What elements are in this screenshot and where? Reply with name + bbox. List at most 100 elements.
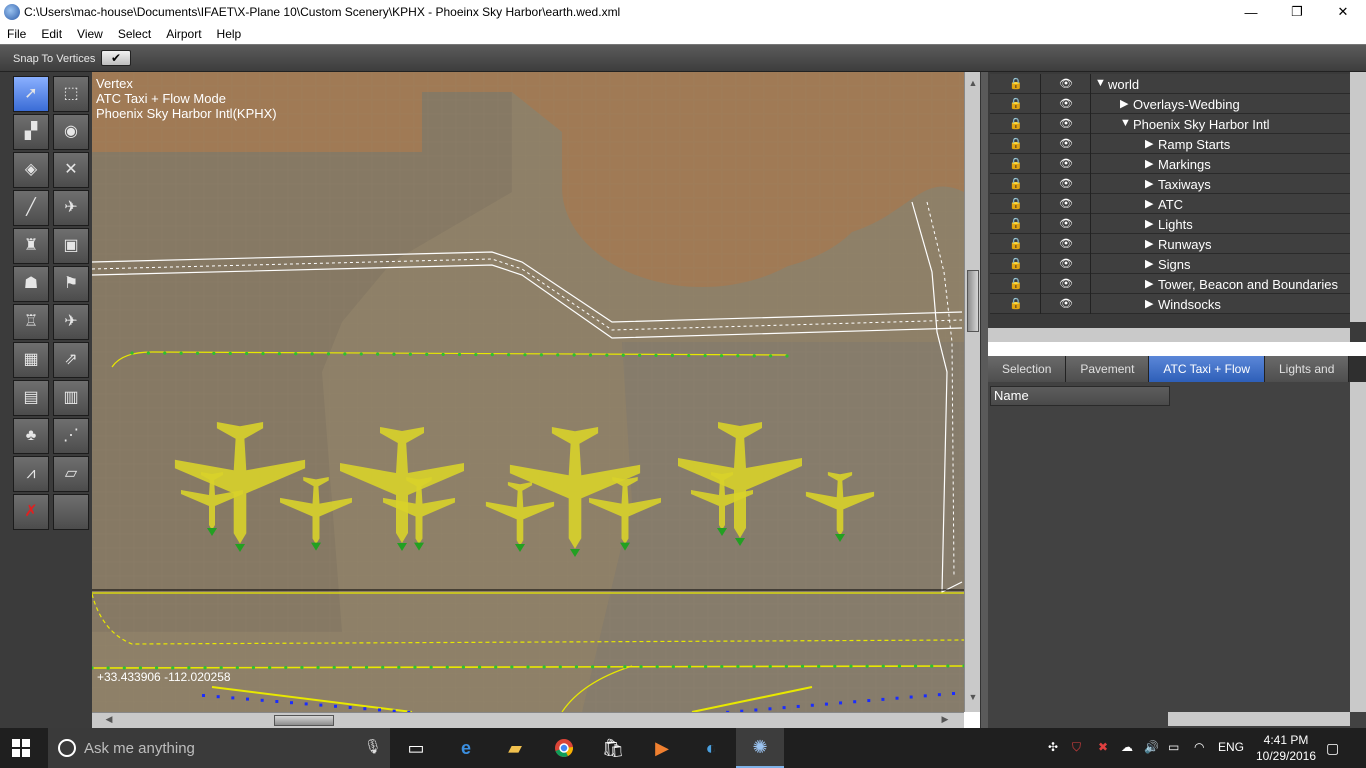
facade-tool-button[interactable]: ▦	[13, 342, 49, 378]
hierarchy-row[interactable]: 🔒 👁 ▶ Taxiways	[990, 174, 1350, 194]
action-center-icon[interactable]: ▢	[1326, 740, 1339, 757]
hierarchy-row[interactable]: 🔒 👁 ▶ Ramp Starts	[990, 134, 1350, 154]
lock-icon[interactable]: 🔒	[1008, 196, 1024, 211]
tray-red-x-icon[interactable]: ✖	[1098, 740, 1108, 754]
visibility-eye-icon[interactable]: 👁	[1058, 236, 1074, 251]
lock-icon[interactable]: 🔒	[1008, 236, 1024, 251]
expand-triangle-icon[interactable]: ▶	[1145, 197, 1153, 210]
lock-icon[interactable]: 🔒	[1008, 76, 1024, 91]
atc-flow-tool-button[interactable]: ✈	[53, 304, 89, 340]
tray-people-icon[interactable]: ✣	[1048, 740, 1058, 754]
visibility-eye-icon[interactable]: 👁	[1058, 276, 1074, 291]
hierarchy-horizontal-scrollbar[interactable]	[988, 328, 1350, 342]
tab-pavement[interactable]: Pavement	[1066, 356, 1150, 382]
lock-icon[interactable]: 🔒	[1008, 116, 1024, 131]
taxiway-tool-button[interactable]: ◈	[13, 152, 49, 188]
expand-triangle-icon[interactable]: ▶	[1145, 257, 1153, 270]
polygon-line-tool-button[interactable]: ⩘	[13, 456, 49, 492]
expand-triangle-icon[interactable]: ▼	[1120, 117, 1131, 129]
wed-taskbar-icon[interactable]: ✺	[736, 728, 784, 768]
menu-file[interactable]: File	[0, 27, 34, 41]
expand-triangle-icon[interactable]: ▶	[1145, 297, 1153, 310]
light-tool-button[interactable]: ♜	[13, 228, 49, 264]
hierarchy-row[interactable]: 🔒 👁 ▼ Phoenix Sky Harbor Intl	[990, 114, 1350, 134]
marquee-tool-button[interactable]: ⬚	[53, 76, 89, 112]
tray-battery-icon[interactable]: ▭	[1168, 740, 1179, 754]
expand-triangle-icon[interactable]: ▶	[1145, 177, 1153, 190]
hierarchy-row[interactable]: 🔒 👁 ▶ Tower, Beacon and Boundaries	[990, 274, 1350, 294]
visibility-eye-icon[interactable]: 👁	[1058, 196, 1074, 211]
tray-cloud-icon[interactable]: ☁	[1121, 740, 1133, 754]
lock-icon[interactable]: 🔒	[1008, 136, 1024, 151]
sign-tool-button[interactable]: ▣	[53, 228, 89, 264]
menu-help[interactable]: Help	[210, 27, 250, 41]
edge-browser-icon[interactable]: e	[442, 728, 490, 768]
tab-selection[interactable]: Selection	[988, 356, 1067, 382]
tab-atc-taxi-flow[interactable]: ATC Taxi + Flow	[1149, 356, 1265, 382]
expand-triangle-icon[interactable]: ▶	[1145, 237, 1153, 250]
string-tool-button[interactable]: ▥	[53, 380, 89, 416]
menu-view[interactable]: View	[70, 27, 111, 41]
visibility-eye-icon[interactable]: 👁	[1058, 136, 1074, 151]
tray-mcafee-icon[interactable]: ⛉	[1072, 740, 1081, 755]
system-clock[interactable]: 4:41 PM 10/29/2016	[1248, 732, 1324, 764]
tab-lights-and-markings[interactable]: Lights and	[1264, 356, 1350, 382]
snap-to-vertices-checkbox[interactable]: ✔	[101, 50, 131, 66]
windows-start-icon[interactable]	[12, 739, 30, 757]
exclusion-tool-button[interactable]: ✗	[13, 494, 49, 530]
expand-triangle-icon[interactable]: ▶	[1120, 97, 1128, 110]
store-icon[interactable]: 🛍	[589, 728, 637, 768]
hierarchy-row[interactable]: 🔒 👁 ▶ ATC	[990, 194, 1350, 214]
object-tool-button[interactable]: ▤	[13, 380, 49, 416]
scroll-left-arrow-icon[interactable]: ◀	[102, 714, 116, 726]
hierarchy-row[interactable]: 🔒 👁 ▶ Overlays-Wedbing	[990, 94, 1350, 114]
vertex-tool-button[interactable]: ➚	[13, 76, 49, 112]
lock-icon[interactable]: 🔒	[1008, 216, 1024, 231]
draped-polygon-tool-button[interactable]: ▱	[53, 456, 89, 492]
scroll-down-arrow-icon[interactable]: ▼	[967, 692, 979, 706]
boundary-tool-button[interactable]: ✕	[53, 152, 89, 188]
language-indicator[interactable]: ENG	[1218, 740, 1244, 754]
helipad-tool-button[interactable]: ◉	[53, 114, 89, 150]
hierarchy-row[interactable]: 🔒 👁 ▼ world	[990, 74, 1350, 94]
menu-select[interactable]: Select	[111, 27, 159, 41]
visibility-eye-icon[interactable]: 👁	[1058, 216, 1074, 231]
visibility-eye-icon[interactable]: 👁	[1058, 156, 1074, 171]
hierarchy-vertical-scrollbar[interactable]	[1350, 72, 1366, 322]
runway-tool-button[interactable]: ▞	[13, 114, 49, 150]
task-view-icon[interactable]: ▭	[392, 728, 440, 768]
visibility-eye-icon[interactable]: 👁	[1058, 176, 1074, 191]
lock-icon[interactable]: 🔒	[1008, 176, 1024, 191]
media-player-icon[interactable]: ▶	[638, 728, 686, 768]
hierarchy-row[interactable]: 🔒 👁 ▶ Windsocks	[990, 294, 1350, 314]
hierarchy-row[interactable]: 🔒 👁 ▶ Signs	[990, 254, 1350, 274]
menu-airport[interactable]: Airport	[159, 27, 209, 41]
google-earth-icon[interactable]: ◐	[687, 728, 735, 768]
line-marking-tool-button[interactable]: ╱	[13, 190, 49, 226]
expand-triangle-icon[interactable]: ▶	[1145, 277, 1153, 290]
lock-icon[interactable]: 🔒	[1008, 96, 1024, 111]
file-explorer-icon[interactable]: ▰	[491, 728, 539, 768]
map-vertical-scrollbar[interactable]: ▲ ▼	[964, 72, 980, 712]
visibility-eye-icon[interactable]: 👁	[1058, 96, 1074, 111]
tray-volume-icon[interactable]: 🔊	[1144, 740, 1159, 754]
windsock-tool-button[interactable]: ⚑	[53, 266, 89, 302]
forest-tool-button[interactable]: ♣	[13, 418, 49, 454]
expand-triangle-icon[interactable]: ▶	[1145, 157, 1153, 170]
map-vertical-scroll-thumb[interactable]	[967, 270, 979, 332]
name-column-header[interactable]: Name	[990, 386, 1170, 406]
lock-icon[interactable]: 🔒	[1008, 296, 1024, 311]
expand-triangle-icon[interactable]: ▶	[1145, 217, 1153, 230]
lock-icon[interactable]: 🔒	[1008, 256, 1024, 271]
visibility-eye-icon[interactable]: 👁	[1058, 256, 1074, 271]
close-button[interactable]: ✕	[1320, 0, 1366, 24]
visibility-eye-icon[interactable]: 👁	[1058, 116, 1074, 131]
atc-taxi-route-tool-button[interactable]: ⇗	[53, 342, 89, 378]
hierarchy-row[interactable]: 🔒 👁 ▶ Runways	[990, 234, 1350, 254]
map-horizontal-scroll-thumb[interactable]	[274, 715, 334, 726]
map-view[interactable]: Vertex ATC Taxi + Flow Mode Phoenix Sky …	[92, 72, 964, 712]
hierarchy-row[interactable]: 🔒 👁 ▶ Lights	[990, 214, 1350, 234]
chrome-icon[interactable]	[540, 728, 588, 768]
visibility-eye-icon[interactable]: 👁	[1058, 76, 1074, 91]
scroll-up-arrow-icon[interactable]: ▲	[967, 78, 979, 92]
